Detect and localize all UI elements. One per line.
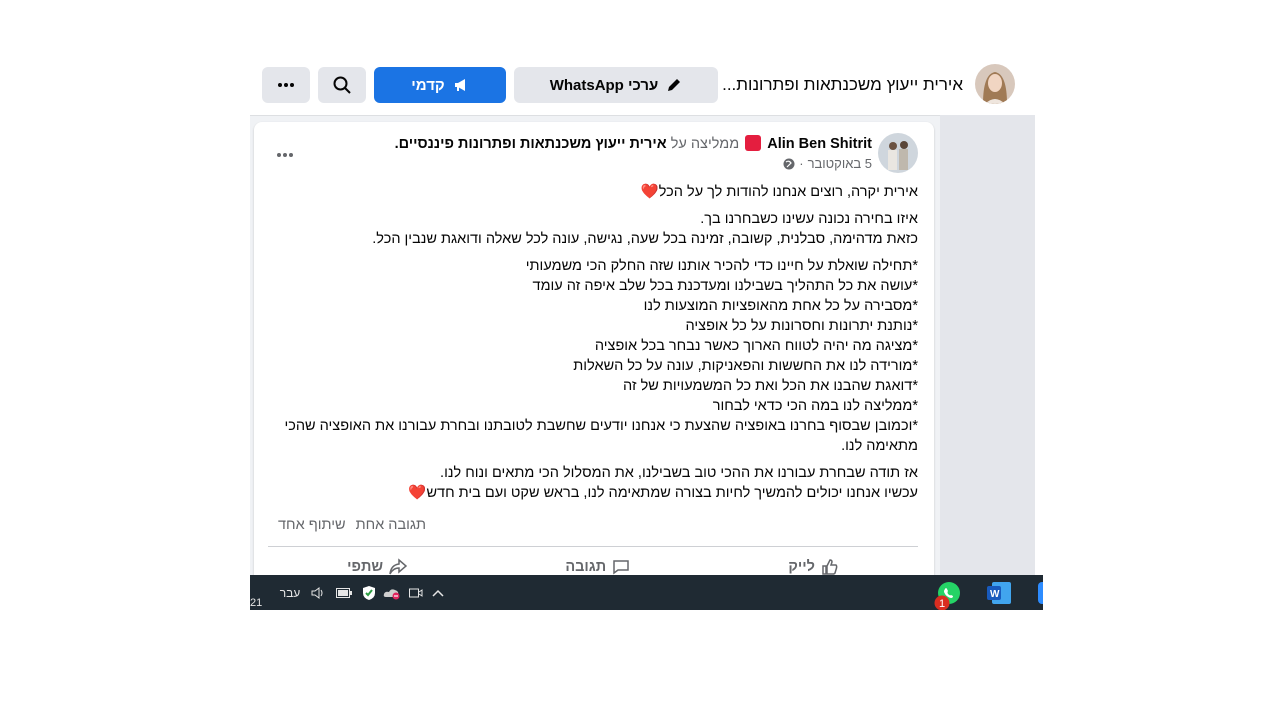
browser-screenshot: קדמי ערכי WhatsApp אירית ייעוץ משכנתאות … [250,57,1043,610]
like-button[interactable]: לייק [788,558,839,576]
author-avatar-image [878,133,918,173]
post-body: אירית יקרה, רוצים אנחנו להודות לך על הכל… [268,182,918,510]
svg-text:W: W [990,589,1000,600]
recommended-page-name[interactable]: אירית ייעוץ משכנתאות ופתרונות פיננסיים [399,136,667,152]
windows-taskbar: 21 עבר W [250,575,1043,610]
security-shield-icon[interactable] [360,575,378,610]
recommend-icon [745,135,762,151]
post-paragraph: אז תודה שבחרת עבורנו את ההכי טוב בשבילנו… [408,465,918,501]
like-icon [822,559,838,575]
right-edge [1035,115,1043,575]
volume-icon[interactable] [308,575,328,610]
right-column [940,115,1043,575]
author-avatar[interactable] [878,133,918,173]
like-label: לייק [788,559,815,575]
comment-button[interactable]: תגובה [565,558,630,576]
share-button[interactable]: שתפי [347,558,408,576]
action-divider [268,546,918,547]
language-indicator[interactable]: עבר [276,575,304,610]
onedrive-icon[interactable] [382,575,402,610]
whatsapp-badge-count: 1 [939,598,945,610]
search-button[interactable] [318,67,366,103]
post-paragraph: איזו בחירה נכונה עשינו כשבחרנו בך. כזאת … [372,211,918,247]
post-paragraph: אירית יקרה, רוצים אנחנו להודות לך על הכל… [640,184,918,200]
shares-count[interactable]: שיתוף אחד [278,517,346,533]
edit-whatsapp-button[interactable]: ערכי WhatsApp [514,67,718,103]
post-counts: תגובה אחת שיתוף אחד [268,517,918,533]
search-icon [333,76,351,94]
post-date[interactable]: 5 באוקטובר [808,156,872,171]
page-avatar-image [975,64,1015,104]
page-title[interactable]: אירית ייעוץ משכנתאות ופתרונות... [723,75,963,95]
share-icon [389,558,408,575]
battery-icon[interactable] [334,575,354,610]
megaphone-icon [454,79,465,91]
word-icon[interactable]: W [985,575,1013,610]
chevron-up-icon[interactable] [430,575,446,610]
whatsapp-badge: 1 [934,595,950,610]
author-name[interactable]: Alin Ben Shitrit [767,136,872,152]
more-icon [278,83,294,87]
boost-button[interactable]: קדמי [374,67,506,103]
page-avatar[interactable] [975,64,1015,104]
page-header: קדמי ערכי WhatsApp אירית ייעוץ משכנתאות … [250,57,1043,116]
recommends-text: ממליצה על [670,136,740,152]
more-options-button[interactable] [262,67,310,103]
post-options-button[interactable] [276,144,300,160]
zoom-icon[interactable] [1036,575,1043,610]
post-meta: 5 באוקטובר · [783,156,872,171]
post-header: Alin Ben Shitrit ממליצה על אירית ייעוץ מ… [394,135,872,152]
boost-button-label: קדמי [411,76,445,94]
share-label: שתפי [347,559,384,575]
comments-count[interactable]: תגובה אחת [356,517,426,533]
more-icon [277,153,293,157]
taskbar-clock[interactable]: 21 [250,595,262,610]
post-card: Alin Ben Shitrit ממליצה על אירית ייעוץ מ… [254,122,934,592]
pencil-icon [668,79,681,91]
comment-label: תגובה [565,559,607,575]
edit-whatsapp-label: ערכי WhatsApp [549,76,659,94]
comment-icon [613,560,629,575]
meta-separator: · [799,156,804,171]
meet-now-icon[interactable] [408,575,424,610]
globe-icon [783,158,795,169]
post-paragraph: *תחילה שואלת על חיינו כדי להכיר אותנו שז… [284,258,918,454]
